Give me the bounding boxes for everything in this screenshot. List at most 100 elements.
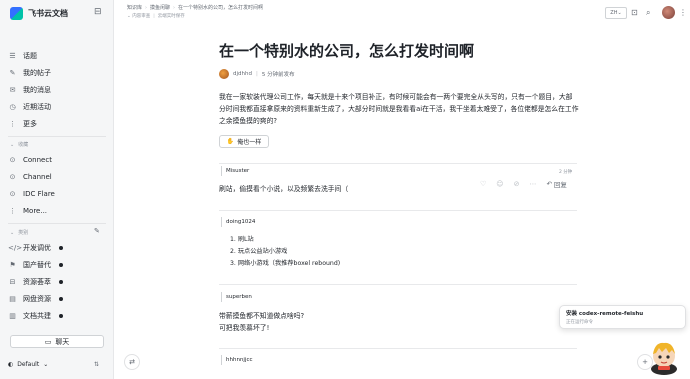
divider (219, 210, 577, 211)
sidebar-divider (8, 136, 106, 137)
toast-title: 安装 codex-remote-feishu (566, 311, 644, 317)
sidebar-link-connect[interactable]: ⊙ Connect (8, 153, 108, 166)
list-item-text: 刷L站 (237, 236, 254, 243)
search-icon[interactable]: ⌕ (646, 8, 650, 18)
more-icon: ⋮ (9, 206, 16, 215)
sidebar-category-label: 国产替代 (23, 260, 51, 269)
heart-icon[interactable]: ♡ (480, 180, 486, 188)
palette-icon: ◐ (8, 361, 14, 368)
section-categories-label[interactable]: ⌄ 类别 (10, 229, 29, 237)
chevron-down-icon: ⌄ (10, 229, 15, 236)
code-icon: </> (8, 243, 23, 252)
theme-selector[interactable]: ◐ Default ⌄ (8, 361, 48, 368)
comment-time: 2 分钟 (559, 170, 573, 175)
section-favorites-label[interactable]: ⌄ 收藏 (10, 141, 29, 149)
chevron-down-icon: ⌄ (10, 141, 15, 148)
link-icon: ⊙ (9, 155, 16, 164)
breadcrumb-item[interactable]: 在一个特别水的公司，怎么打发时间啊 (178, 5, 263, 11)
mascot-icon[interactable] (645, 338, 683, 376)
divider (219, 163, 577, 164)
sidebar-category-docs[interactable]: ▥ 文档共建 (8, 309, 108, 322)
link-icon[interactable]: ⊘ (514, 180, 520, 188)
breadcrumb-item[interactable]: 摸鱼闲聊 (150, 5, 170, 11)
author-row: djdhhd | 5 分钟前发布 (219, 69, 295, 79)
sidebar-category-netdisk[interactable]: ▤ 网盘资源 (8, 292, 108, 305)
toast-subtitle: 正在运行命令 (566, 320, 593, 325)
app-window: 飞书云文档 ⊟ ☰ 话题 ✎ 我的帖子 ✉ 我的消息 ◷ 近期活动 ⋮ 更多 ⌄… (0, 0, 690, 379)
post-icon: ✎ (9, 68, 16, 77)
expand-icon[interactable]: ⇄ (124, 354, 140, 370)
comment-text: 带薪摸鱼都不知道做点啥吗? (219, 312, 305, 320)
sidebar-category-domestic[interactable]: ⚑ 国产替代 (8, 258, 108, 271)
list-item-text: 网络小游戏（我推荐boxel rebound) (237, 260, 341, 267)
link-icon: ⊙ (9, 172, 16, 181)
breadcrumb-item[interactable]: 知识库 (127, 5, 142, 11)
sidebar-category-label: 开发调优 (23, 243, 51, 252)
comment-text: 刷站，偷摸看个小说，以及频繁去洗手间（ (219, 185, 349, 193)
install-toast[interactable]: 安装 codex-remote-feishu 正在运行命令 (559, 305, 686, 329)
chat-button-label: 聊天 (55, 337, 70, 346)
author-avatar[interactable] (219, 69, 229, 79)
page-title: 在一个特别水的公司，怎么打发时间啊 (219, 42, 475, 60)
sidebar-item-my-messages[interactable]: ✉ 我的消息 (8, 83, 108, 96)
sidebar-item-label: 更多 (23, 119, 37, 128)
sidebar-category-dev[interactable]: </> 开发调优 (8, 241, 108, 254)
disk-icon: ▤ (9, 294, 16, 303)
section-title: 收藏 (18, 142, 29, 148)
sidebar-item-label: 近期活动 (23, 102, 51, 111)
sidebar-category-resources[interactable]: ⊟ 资源荟萃 (8, 275, 108, 288)
emoji-icon[interactable]: ☺ (496, 180, 503, 188)
breadcrumb: 知识库 › 摸鱼闲聊 › 在一个特别水的公司，怎么打发时间啊 (127, 5, 264, 11)
theme-label: Default (17, 361, 40, 368)
sort-icon[interactable]: ⇅ (94, 361, 99, 368)
comment-indicator (221, 292, 222, 302)
sidebar-link-label: Connect (23, 155, 52, 164)
save-status: 云端实时保存 (157, 14, 185, 19)
brand-icon (10, 6, 23, 20)
author-name[interactable]: djdhhd (233, 71, 252, 77)
sidebar-item-topics[interactable]: ☰ 话题 (8, 49, 108, 62)
chevron-down-icon: ⌄ (617, 10, 622, 16)
comment-indicator (221, 355, 222, 365)
sidebar-link-label: More... (23, 206, 48, 215)
brand-logo[interactable]: 飞书云文档 (10, 6, 68, 20)
comment-author[interactable]: Misuster (226, 168, 249, 174)
me-too-button[interactable]: ✋ 俺也一样 (219, 135, 269, 148)
reply-button[interactable]: ↶ 回复 (546, 179, 566, 189)
sidebar-link-channel[interactable]: ⊙ Channel (8, 170, 108, 183)
sidebar-divider (8, 223, 106, 224)
sidebar-collapse-icon[interactable]: ⊟ (94, 7, 102, 17)
sidebar-category-label: 资源荟萃 (23, 277, 51, 286)
unread-dot (59, 279, 63, 284)
comment-actions: ♡ ☺ ⊘ ⋯ ↶ 回复 (480, 179, 567, 189)
more-icon[interactable]: ⋯ (529, 180, 536, 188)
sidebar-link-label: Channel (23, 172, 52, 181)
list-item-text: 玩点公益站小游戏 (237, 248, 288, 255)
unread-dot (59, 262, 63, 267)
user-avatar[interactable] (662, 6, 675, 19)
sidebar-link-more[interactable]: ⋮ More... (8, 204, 108, 217)
comment-author[interactable]: hhhnnjjcc (226, 357, 253, 363)
sidebar: 飞书云文档 ⊟ ☰ 话题 ✎ 我的帖子 ✉ 我的消息 ◷ 近期活动 ⋮ 更多 ⌄… (0, 0, 114, 379)
sidebar-item-label: 我的消息 (23, 85, 51, 94)
comment-indicator (221, 166, 222, 176)
chat-button[interactable]: ▭ 聊天 (10, 335, 104, 348)
sidebar-item-my-posts[interactable]: ✎ 我的帖子 (8, 66, 108, 79)
sidebar-link-idc-flare[interactable]: ⊙ IDC Flare (8, 187, 108, 200)
review-status[interactable]: 内容审查 (132, 14, 150, 19)
unread-dot (59, 245, 63, 250)
sidebar-item-more[interactable]: ⋮ 更多 (8, 117, 108, 130)
edit-icon[interactable]: ✎ (94, 227, 100, 235)
language-label: ZH (610, 10, 618, 16)
comment-author[interactable]: superben (226, 294, 252, 300)
more-icon[interactable]: ⋮ (679, 8, 687, 17)
more-icon: ⋮ (9, 119, 16, 128)
sidebar-item-label: 话题 (23, 51, 37, 60)
chat-bubble-icon: ▭ (44, 337, 52, 346)
share-icon[interactable]: ⊡ (631, 8, 638, 17)
comment-author[interactable]: doing1024 (226, 219, 255, 225)
link-icon: ⊙ (9, 189, 16, 198)
sidebar-item-recent-activity[interactable]: ◷ 近期活动 (8, 100, 108, 113)
language-select[interactable]: ZH ⌄ (605, 7, 627, 19)
section-title: 类别 (18, 230, 29, 236)
